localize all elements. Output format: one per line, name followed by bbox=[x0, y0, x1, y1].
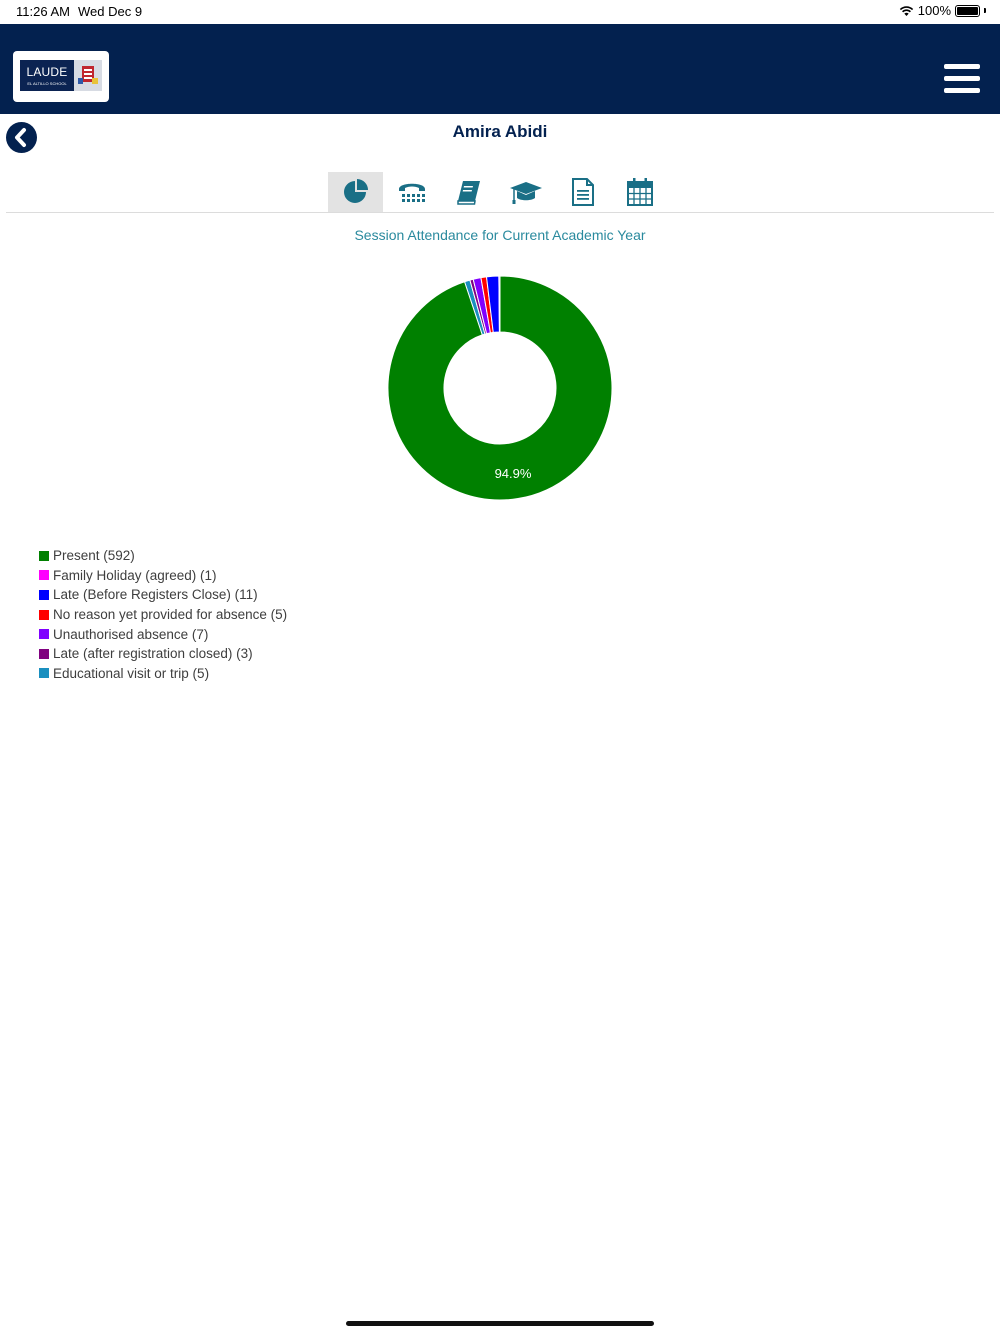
legend-label: Family Holiday (agreed) (1) bbox=[53, 567, 217, 583]
legend-swatch bbox=[39, 609, 49, 620]
legend-swatch bbox=[39, 629, 49, 640]
status-date: Wed Dec 9 bbox=[78, 4, 143, 19]
legend-swatch bbox=[39, 668, 49, 679]
tab-contacts[interactable] bbox=[383, 172, 440, 212]
tab-bar bbox=[328, 172, 668, 212]
attendance-donut-chart: 94.9% bbox=[387, 275, 613, 501]
tab-reports[interactable] bbox=[554, 172, 611, 212]
chart-legend: Present (592) Family Holiday (agreed) (1)… bbox=[39, 546, 287, 683]
legend-item: Family Holiday (agreed) (1) bbox=[39, 566, 287, 586]
status-indicators: 100% bbox=[899, 3, 986, 18]
hamburger-menu-button[interactable] bbox=[944, 64, 980, 94]
pie-chart-icon bbox=[343, 179, 368, 203]
legend-swatch bbox=[39, 648, 49, 659]
legend-swatch bbox=[39, 550, 49, 561]
legend-item: Present (592) bbox=[39, 546, 287, 566]
graduation-cap-icon bbox=[509, 182, 542, 204]
legend-label: No reason yet provided for absence (5) bbox=[53, 607, 288, 623]
legend-item: Educational visit or trip (5) bbox=[39, 664, 287, 684]
chart-title: Session Attendance for Current Academic … bbox=[354, 227, 646, 243]
tab-timetable[interactable] bbox=[611, 172, 668, 212]
logo-text-wrap: LAUDE EL ALTILLO SCHOOL bbox=[20, 60, 74, 91]
wifi-icon bbox=[899, 5, 913, 16]
legend-label: Educational visit or trip (5) bbox=[53, 665, 210, 681]
page-title: Amira Abidi bbox=[452, 122, 548, 141]
tab-divider bbox=[6, 212, 994, 213]
legend-label: Late (Before Registers Close) (11) bbox=[53, 587, 258, 603]
home-indicator bbox=[346, 1321, 654, 1326]
battery-percent: 100% bbox=[917, 3, 951, 18]
legend-swatch bbox=[39, 570, 49, 581]
battery-icon bbox=[955, 4, 980, 17]
legend-label: Late (after registration closed) (3) bbox=[53, 646, 253, 662]
legend-item: No reason yet provided for absence (5) bbox=[39, 605, 287, 625]
phone-icon bbox=[398, 183, 425, 202]
data-label: 94.9% bbox=[495, 466, 532, 481]
tab-grades[interactable] bbox=[497, 172, 554, 212]
legend-label: Unauthorised absence (7) bbox=[53, 626, 209, 642]
status-bar: 11:26 AM Wed Dec 9 100% bbox=[0, 0, 1000, 24]
document-icon bbox=[571, 178, 594, 206]
legend-label: Present (592) bbox=[53, 548, 135, 564]
tab-attendance[interactable] bbox=[328, 172, 383, 212]
battery-tip bbox=[984, 8, 986, 13]
school-logo[interactable]: LAUDE EL ALTILLO SCHOOL bbox=[13, 51, 109, 102]
logo-sub-text: EL ALTILLO SCHOOL bbox=[27, 81, 67, 86]
book-icon bbox=[456, 181, 480, 205]
logo-main-text: LAUDE bbox=[26, 65, 68, 79]
app-header: LAUDE EL ALTILLO SCHOOL bbox=[0, 24, 1000, 114]
legend-item: Unauthorised absence (7) bbox=[39, 624, 287, 644]
legend-item: Late (after registration closed) (3) bbox=[39, 644, 287, 664]
status-time: 11:26 AM bbox=[16, 4, 70, 19]
tab-homework[interactable] bbox=[440, 172, 497, 212]
legend-item: Late (Before Registers Close) (11) bbox=[39, 585, 287, 605]
calendar-icon bbox=[626, 178, 653, 206]
crest-icon bbox=[74, 60, 102, 91]
legend-swatch bbox=[39, 589, 49, 600]
logo-inner: LAUDE EL ALTILLO SCHOOL bbox=[20, 60, 102, 91]
